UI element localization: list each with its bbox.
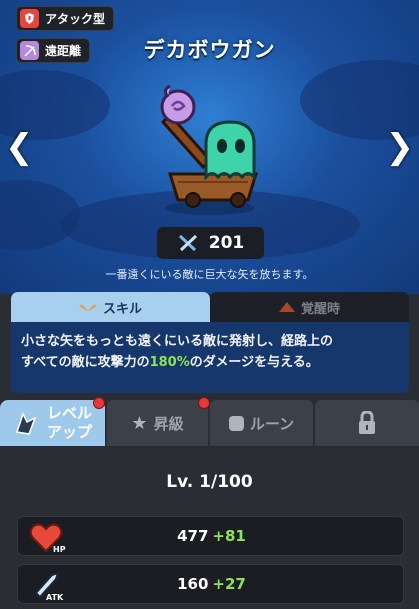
character-screen: { "character": { "name": "デカボウガン", "powe… [0, 0, 419, 609]
attack-type-tag: アタック型 [16, 6, 115, 31]
tab-locked[interactable] [315, 400, 419, 446]
atk-value: 160 [177, 575, 209, 593]
skill-panel: スキル 覚醒時 小さな矢をもっとも遠くにいる敵に発射し、経路上の すべての敵に攻… [11, 292, 409, 393]
bottom-tabs: レベル アップ ★ 昇級 ルーン [0, 400, 419, 446]
hp-stat-row: HP 477 +81 [17, 516, 404, 556]
atk-stat-row: ATK 160 +27 [17, 564, 404, 604]
character-name: デカボウガン [143, 38, 276, 62]
combat-power-value: 201 [208, 233, 245, 253]
lock-icon [359, 411, 375, 434]
attack-type-label: アタック型 [45, 12, 106, 26]
tab-skill[interactable]: スキル [11, 292, 210, 322]
rune-icon [228, 415, 244, 431]
hp-bonus: +81 [212, 527, 246, 545]
attack-type-icon [20, 9, 39, 28]
combat-power-badge: 201 [157, 227, 264, 259]
awaken-icon [278, 302, 295, 312]
tab-awaken[interactable]: 覚醒時 [210, 292, 409, 322]
character-description: 一番遠くにいる敵に巨大な矢を放ちます。 [105, 268, 314, 281]
level-indicator: Lv. 1/100 [166, 472, 253, 492]
tab-rune[interactable]: ルーン [210, 400, 313, 446]
tab-level-up[interactable]: レベル アップ [0, 400, 105, 446]
previous-character-arrow-icon[interactable]: ❮ [5, 130, 34, 164]
promote-notification-dot [198, 397, 210, 409]
tab-promote[interactable]: ★ 昇級 [107, 400, 208, 446]
wings-icon [78, 304, 97, 311]
next-character-arrow-icon[interactable]: ❯ [386, 130, 415, 164]
hp-value: 477 [177, 527, 209, 545]
skill-damage-percent: 180% [149, 355, 190, 370]
level-up-notification-dot [93, 397, 105, 409]
character-illustration [160, 84, 259, 215]
skill-description: 小さな矢をもっとも遠くにいる敵に発射し、経路上の すべての敵に攻撃力の180%の… [11, 322, 409, 393]
crossed-swords-icon [178, 234, 197, 252]
star-icon: ★ [131, 412, 148, 434]
atk-bonus: +27 [212, 575, 246, 593]
level-up-arrow-icon [15, 412, 37, 435]
